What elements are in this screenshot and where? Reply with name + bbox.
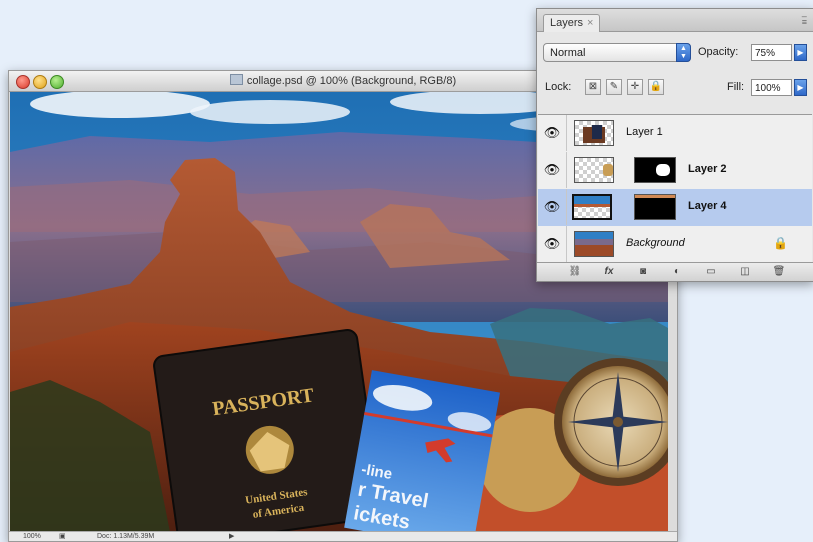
tab-layers-label: Layers (550, 17, 584, 29)
tab-layers[interactable]: Layers × (543, 14, 601, 32)
document-size[interactable]: Doc: 1.13M/5.39M (97, 532, 154, 541)
add-mask-icon[interactable]: ◙ (633, 265, 653, 279)
select-arrows-icon: ▲ ▼ (676, 43, 691, 62)
layer-name[interactable]: Layer 2 (688, 163, 727, 175)
layers-panel-footer: ⛓ fx ◙ ◐ ▭ ◫ 🗑 (537, 262, 813, 281)
layer-row-layer-4[interactable]: 👁 Layer 4 (538, 189, 812, 227)
blend-opacity-row: Normal ▲ ▼ Opacity: 75% ▶ (543, 43, 807, 65)
visibility-eye-icon[interactable]: 👁 (538, 152, 567, 188)
panel-menu-icon[interactable]: – ≡ (802, 12, 807, 27)
document-title-text: collage.psd @ 100% (Background, RGB/8) (246, 75, 457, 87)
new-group-icon[interactable]: ▭ (701, 265, 721, 279)
lock-label: Lock: (545, 81, 572, 93)
fill-label: Fill: (727, 81, 745, 93)
layer-row-background[interactable]: 👁 Background 🔒 (538, 226, 812, 264)
status-bar: 100% ▣ Doc: 1.13M/5.39M ▶ (9, 531, 677, 541)
background-thumbnail (574, 231, 614, 257)
layer-name[interactable]: Layer 4 (688, 200, 727, 212)
lock-transparent-pixels-icon[interactable]: ⊠ (585, 79, 601, 95)
layer-name[interactable]: Background (626, 237, 685, 249)
panel-tabbar: Layers × – ≡ (537, 9, 813, 32)
status-separator-icon: ▣ (59, 533, 66, 540)
layer-4-mask-thumbnail[interactable] (634, 194, 676, 220)
layer-1-thumbnail (574, 120, 614, 146)
layer-row-layer-2[interactable]: 👁 Layer 2 (538, 152, 812, 190)
link-layers-icon[interactable]: ⛓ (565, 265, 585, 279)
layers-list: 👁 Layer 1 👁 Layer 2 👁 Layer 4 👁 Backgrou… (538, 114, 812, 264)
opacity-slider-arrow-icon[interactable]: ▶ (794, 44, 807, 61)
layer-4-thumbnail (572, 194, 612, 220)
layer-2-thumbnail (574, 157, 614, 183)
lock-position-icon[interactable]: ✛ (627, 79, 643, 95)
fill-slider-arrow-icon[interactable]: ▶ (794, 79, 807, 96)
layer-name[interactable]: Layer 1 (626, 126, 663, 138)
zoom-level[interactable]: 100% (23, 532, 41, 541)
trash-icon[interactable]: 🗑 (769, 265, 789, 279)
blend-mode-value: Normal (550, 47, 586, 59)
fx-icon[interactable]: fx (599, 265, 619, 279)
tab-close-icon[interactable]: × (587, 17, 593, 29)
visibility-eye-icon[interactable]: 👁 (538, 115, 567, 151)
adjustment-layer-icon[interactable]: ◐ (667, 265, 687, 279)
opacity-input[interactable]: 75% (751, 44, 792, 61)
layer-locked-icon: 🔒 (773, 236, 788, 250)
layer-row-layer-1[interactable]: 👁 Layer 1 (538, 115, 812, 153)
layers-panel: Layers × – ≡ Normal ▲ ▼ Opacity: 75% ▶ Lock… (536, 8, 813, 282)
lock-all-icon[interactable]: 🔒 (648, 79, 664, 95)
blend-mode-select[interactable]: Normal ▲ ▼ (543, 43, 691, 62)
visibility-eye-icon[interactable]: 👁 (538, 189, 567, 225)
status-menu-arrow-icon[interactable]: ▶ (229, 532, 234, 541)
lock-image-pixels-icon[interactable]: ✎ (606, 79, 622, 95)
psd-file-icon (229, 74, 243, 85)
lock-fill-row: Lock: ⊠ ✎ ✛ 🔒 Fill: 100% ▶ (543, 79, 807, 99)
visibility-eye-icon[interactable]: 👁 (538, 226, 567, 262)
fill-input[interactable]: 100% (751, 79, 792, 96)
opacity-label: Opacity: (698, 46, 739, 58)
layer-2-mask-thumbnail[interactable] (634, 157, 676, 183)
new-layer-icon[interactable]: ◫ (735, 265, 755, 279)
